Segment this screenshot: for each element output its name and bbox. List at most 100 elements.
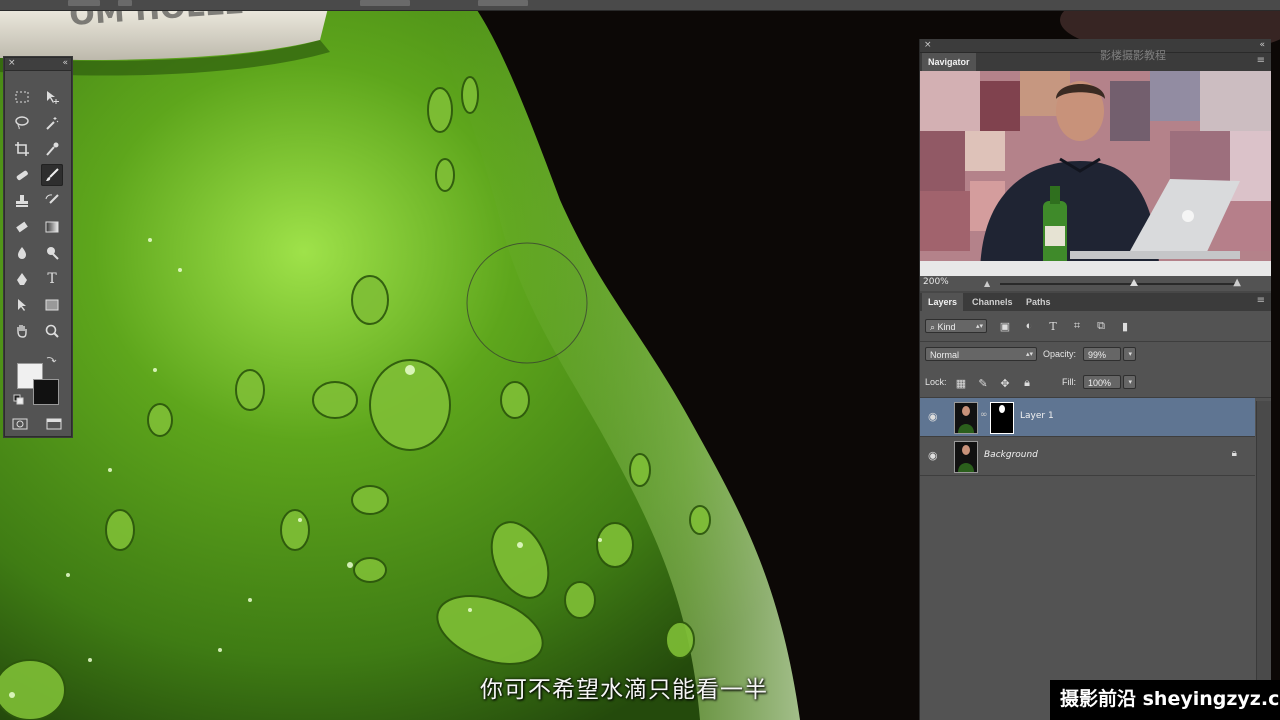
visibility-eye-icon[interactable]: ◉ (928, 449, 942, 463)
tools-panel-header[interactable]: × « (5, 58, 71, 71)
type-tool-glyph: T (47, 271, 57, 287)
lock-pixels-icon[interactable]: ✎ (976, 376, 990, 390)
blur-tool-icon[interactable] (11, 242, 33, 264)
fill-label: Fill: (1062, 377, 1076, 387)
lock-transparency-icon[interactable]: ▦ (954, 376, 968, 390)
dodge-tool-icon[interactable] (41, 242, 63, 264)
fill-slider-toggle[interactable]: ▾ (1123, 375, 1136, 389)
layers-panel: ⌕ Kind ▴▾ ▣ ◐ T ⌗ ⧉ ▮ Normal ▴▾ Opacity:… (920, 311, 1271, 720)
zoom-tool-icon[interactable] (41, 320, 63, 342)
dock-topbar[interactable]: × « (920, 39, 1271, 53)
right-panel-dock: × « Navigator ≡ 影楼摄影教程 200% ▲ ▲ Layers C… (919, 39, 1271, 720)
pen-tool-icon[interactable] (11, 268, 33, 290)
filter-type-icon[interactable]: T (1046, 319, 1060, 333)
move-tool-icon[interactable] (41, 86, 63, 108)
quick-mask-icon[interactable] (9, 413, 31, 435)
layers-tabs: Layers Channels Paths ≡ (920, 293, 1271, 312)
rectangle-tool-icon[interactable] (41, 294, 63, 316)
path-selection-tool-icon[interactable] (11, 294, 33, 316)
collapse-icon[interactable]: « (62, 57, 68, 69)
clone-stamp-tool-icon[interactable] (11, 190, 33, 212)
eyedropper-tool-icon[interactable] (41, 138, 63, 160)
tools-panel: × « T (4, 57, 72, 437)
mask-link-icon[interactable]: ∞ (980, 410, 988, 420)
layer-thumbnail[interactable] (954, 441, 978, 473)
filter-kind-select[interactable]: ⌕ Kind ▴▾ (925, 319, 987, 333)
eraser-tool-icon[interactable] (11, 216, 33, 238)
fill-input[interactable]: 100% (1083, 375, 1121, 389)
tab-channels[interactable]: Channels (966, 293, 1019, 311)
navigator-watermark: 影楼摄影教程 (1100, 49, 1166, 62)
type-tool-icon[interactable]: T (41, 268, 63, 290)
layer-name[interactable]: Layer 1 (1020, 411, 1054, 421)
panel-menu-icon[interactable]: ≡ (1257, 295, 1265, 306)
tab-paths[interactable]: Paths (1020, 293, 1057, 311)
opacity-input[interactable]: 99% (1083, 347, 1121, 361)
panel-menu-icon[interactable]: ≡ (1257, 55, 1265, 66)
zoom-level[interactable]: 200% (923, 277, 949, 287)
lasso-tool-icon[interactable] (11, 112, 33, 134)
layers-scrollbar[interactable] (1256, 401, 1271, 706)
site-watermark: 摄影前沿 sheyingzyz.com (1060, 688, 1280, 710)
lock-all-icon[interactable]: 🔒︎ (1020, 376, 1034, 390)
crop-tool-icon[interactable] (11, 138, 33, 160)
options-toggle[interactable] (118, 0, 132, 6)
options-field[interactable] (68, 0, 100, 6)
lock-position-icon[interactable]: ✥ (998, 376, 1012, 390)
blend-mode-select[interactable]: Normal ▴▾ (925, 347, 1037, 361)
swap-colors-icon[interactable] (45, 354, 57, 366)
filter-shape-icon[interactable]: ⌗ (1070, 319, 1084, 333)
video-subtitle: 你可不希望水滴只能看一半 (480, 677, 768, 703)
zoom-slider-track[interactable] (1000, 283, 1235, 285)
lock-row: Lock: ▦ ✎ ✥ 🔒︎ Fill: 100% ▾ (920, 375, 1271, 391)
navigator-tabs: Navigator ≡ (920, 53, 1271, 72)
navigator-preview[interactable] (920, 71, 1271, 276)
close-icon[interactable]: × (8, 57, 16, 69)
lock-label: Lock: (925, 377, 947, 387)
opacity-label: Opacity: (1043, 349, 1077, 359)
chevron-updown-icon: ▴▾ (975, 323, 983, 330)
history-brush-tool-icon[interactable] (41, 190, 63, 212)
screen-mode-icon[interactable] (43, 413, 65, 435)
options-bar[interactable] (0, 0, 1280, 11)
marquee-tool-icon[interactable] (11, 86, 33, 108)
magic-wand-tool-icon[interactable] (41, 112, 63, 134)
zoom-slider-thumb[interactable] (1130, 279, 1138, 286)
opacity-value: 99% (1088, 350, 1107, 360)
zoom-out-icon[interactable]: ▲ (984, 279, 990, 288)
navigator-zoom-row: 200% ▲ ▲ (920, 276, 1271, 291)
layer-name[interactable]: Background (984, 450, 1038, 460)
chevron-down-icon: ▾ (1128, 379, 1132, 386)
options-field[interactable] (360, 0, 410, 6)
blend-mode-value: Normal (930, 350, 960, 360)
filter-kind-label: Kind (937, 322, 956, 332)
filter-smart-object-icon[interactable]: ⧉ (1094, 319, 1108, 333)
spot-healing-tool-icon[interactable] (11, 164, 33, 186)
chevron-down-icon: ▾ (1128, 351, 1132, 358)
divider (920, 341, 1271, 342)
tab-layers[interactable]: Layers (922, 293, 964, 311)
filter-pixel-icon[interactable]: ▣ (998, 319, 1012, 333)
gradient-tool-icon[interactable] (41, 216, 63, 238)
layer-row[interactable]: ◉ Background 🔒︎ (920, 437, 1255, 476)
zoom-in-icon[interactable]: ▲ (1233, 277, 1241, 288)
visibility-eye-icon[interactable]: ◉ (928, 410, 942, 424)
opacity-slider-toggle[interactable]: ▾ (1123, 347, 1136, 361)
default-colors-icon[interactable] (13, 394, 25, 406)
layer-row[interactable]: ◉ ∞ Layer 1 (920, 398, 1255, 437)
options-field[interactable] (478, 0, 528, 6)
layer-thumbnail[interactable] (954, 402, 978, 434)
presenter-video (920, 71, 1271, 276)
background-color-swatch[interactable] (33, 379, 59, 405)
fill-value: 100% (1088, 378, 1112, 388)
collapse-icon[interactable]: « (1259, 39, 1265, 52)
tab-navigator[interactable]: Navigator (922, 53, 976, 71)
filter-adjustment-icon[interactable]: ◐ (1022, 319, 1036, 333)
chevron-updown-icon: ▴▾ (1025, 351, 1033, 358)
hand-tool-icon[interactable] (11, 320, 33, 342)
layer-mask-thumbnail[interactable] (990, 402, 1014, 434)
filter-toggle-icon[interactable]: ▮ (1118, 319, 1132, 333)
brush-tool-icon[interactable] (41, 164, 63, 186)
lock-icon: 🔒︎ (1231, 448, 1237, 459)
close-icon[interactable]: × (924, 39, 932, 52)
